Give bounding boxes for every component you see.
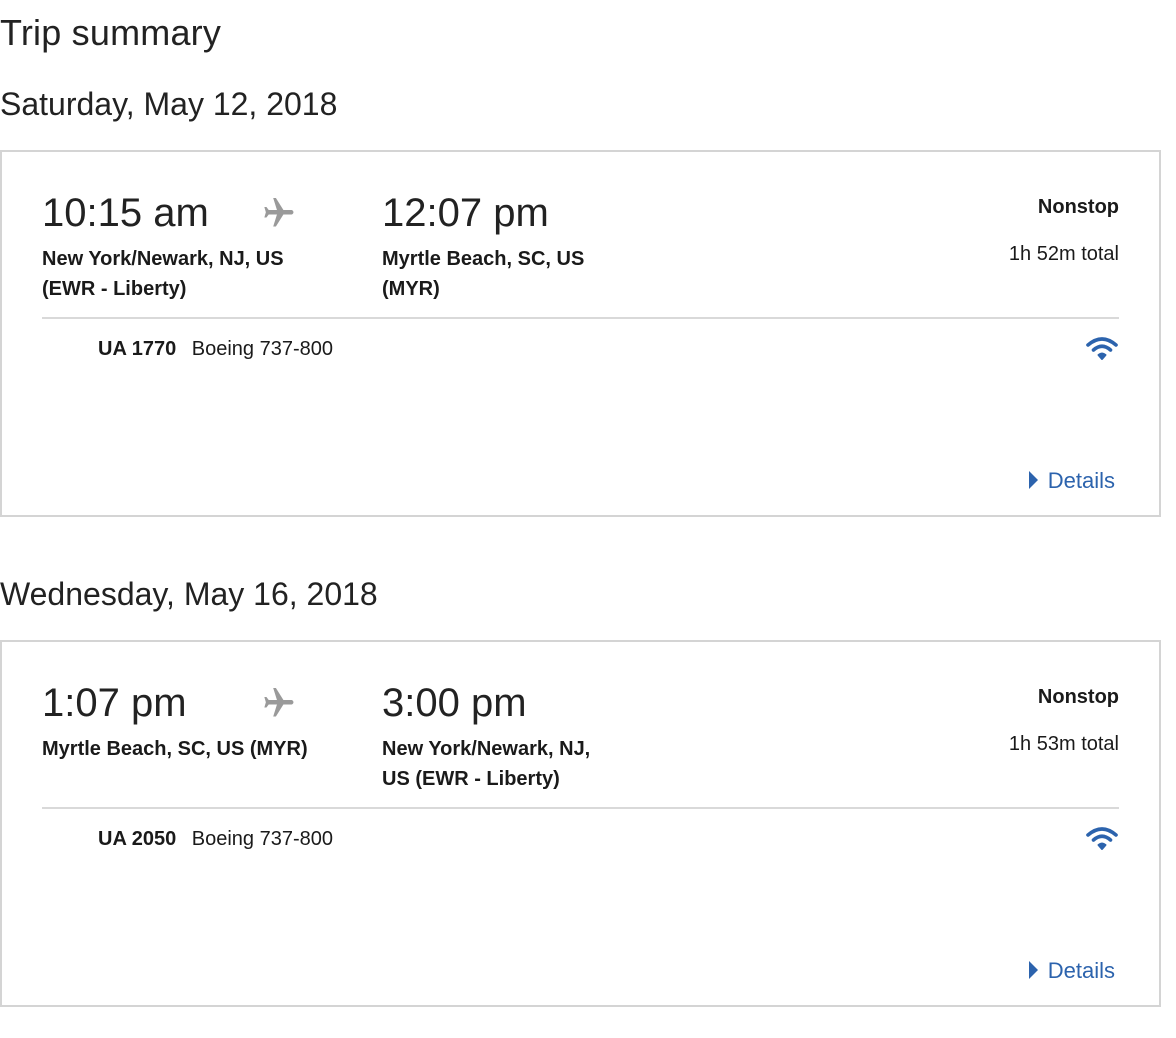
details-link[interactable]: Details bbox=[1028, 958, 1115, 984]
flight-number: UA 2050 bbox=[98, 828, 177, 850]
card-divider bbox=[42, 317, 1119, 319]
flight-info: UA 2050 Boeing 737-800 bbox=[98, 828, 333, 851]
flight-card: 10:15 am 12:07 pm New York/Newark, NJ, U… bbox=[0, 150, 1161, 517]
departure-airport: New York/Newark, NJ, US (EWR - Liberty) bbox=[42, 244, 284, 304]
departure-time: 1:07 pm bbox=[42, 681, 187, 725]
details-label: Details bbox=[1047, 468, 1115, 493]
caret-right-icon bbox=[1028, 471, 1038, 489]
flight-date-heading: Wednesday, May 16, 2018 bbox=[0, 576, 378, 612]
wifi-icon bbox=[1086, 827, 1118, 850]
arrival-time: 12:07 pm bbox=[382, 191, 549, 235]
flight-number: UA 1770 bbox=[98, 338, 177, 360]
airplane-icon bbox=[264, 198, 294, 227]
arrival-airport-line: Myrtle Beach, SC, US bbox=[382, 248, 585, 270]
arrival-airport: New York/Newark, NJ, US (EWR - Liberty) bbox=[382, 734, 590, 794]
wifi-icon bbox=[1086, 337, 1118, 360]
details-link[interactable]: Details bbox=[1028, 468, 1115, 494]
arrival-airport-line: US (EWR - Liberty) bbox=[382, 768, 560, 790]
aircraft-type: Boeing 737-800 bbox=[191, 828, 333, 850]
airplane-icon bbox=[264, 688, 294, 717]
departure-airport-line: New York/Newark, NJ, US bbox=[42, 248, 284, 270]
arrival-airport-line: (MYR) bbox=[382, 278, 440, 300]
flight-card: 1:07 pm 3:00 pm Myrtle Beach, SC, US (MY… bbox=[0, 640, 1161, 1007]
details-label: Details bbox=[1047, 958, 1115, 983]
duration-label: 1h 52m total bbox=[1008, 243, 1119, 265]
arrival-airport: Myrtle Beach, SC, US (MYR) bbox=[382, 244, 584, 304]
arrival-airport-line: New York/Newark, NJ, bbox=[382, 738, 591, 760]
aircraft-type: Boeing 737-800 bbox=[191, 338, 333, 360]
page-title: Trip summary bbox=[0, 12, 222, 53]
flight-date-heading: Saturday, May 12, 2018 bbox=[0, 86, 338, 122]
departure-airport: Myrtle Beach, SC, US (MYR) bbox=[42, 734, 308, 764]
arrival-time: 3:00 pm bbox=[382, 681, 527, 725]
stops-label: Nonstop bbox=[1037, 196, 1119, 218]
caret-right-icon bbox=[1028, 961, 1038, 979]
departure-airport-line: Myrtle Beach, SC, US (MYR) bbox=[42, 738, 308, 760]
departure-time: 10:15 am bbox=[42, 191, 209, 235]
flight-info: UA 1770 Boeing 737-800 bbox=[98, 338, 333, 361]
duration-label: 1h 53m total bbox=[1008, 733, 1119, 755]
stops-label: Nonstop bbox=[1037, 686, 1119, 708]
departure-airport-line: (EWR - Liberty) bbox=[42, 278, 187, 300]
card-divider bbox=[42, 807, 1119, 809]
